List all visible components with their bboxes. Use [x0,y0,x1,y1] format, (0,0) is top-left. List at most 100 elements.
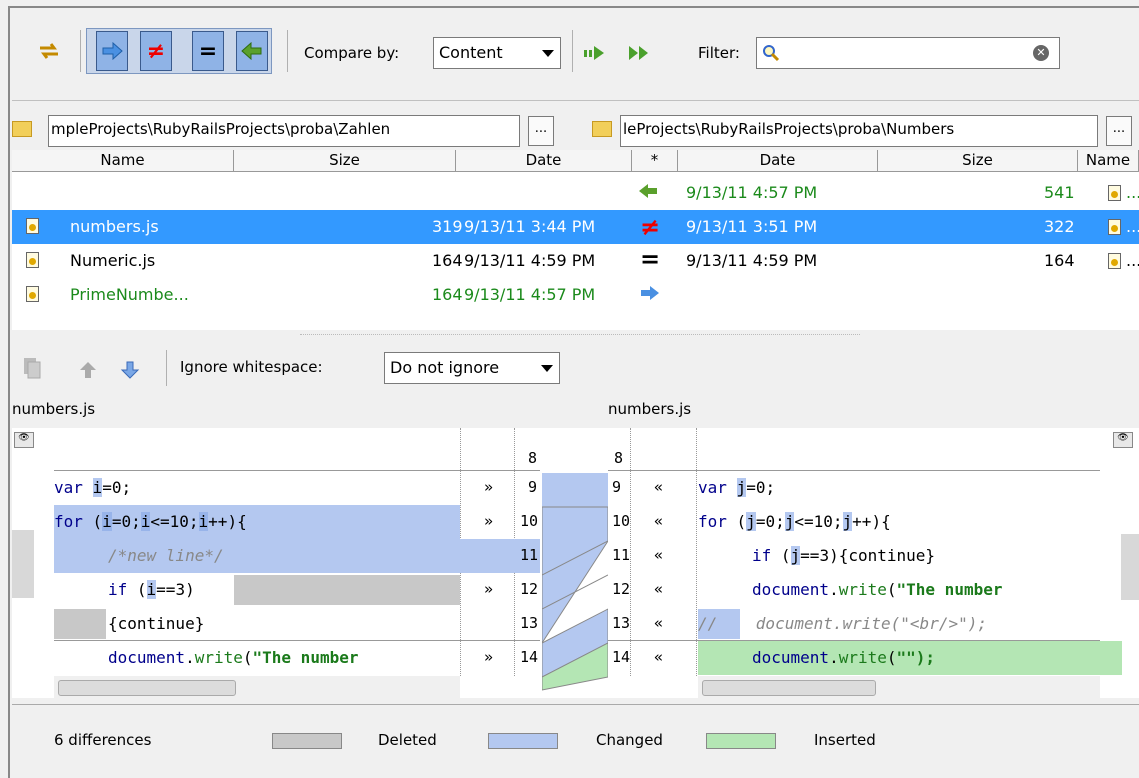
file-icon [26,286,39,302]
copy-icon[interactable] [22,356,44,384]
line-number: 12 [520,580,539,598]
line-number: 10 [520,512,539,530]
folder-icon [592,121,612,137]
name-right: ... [1126,251,1139,270]
file-icon [1108,219,1121,235]
code-line: document.write("The number [108,648,359,667]
divider [12,704,1139,705]
filter-input[interactable]: ✕ [756,37,1060,69]
show-different-button[interactable]: ≠ [140,31,172,71]
copy-right-icon[interactable]: » [484,648,493,666]
right-arrow-icon [640,285,660,305]
copy-left-icon[interactable]: « [654,546,663,564]
compare-icon[interactable] [583,44,605,66]
left-file-title: numbers.js [12,400,96,418]
previous-difference-icon[interactable] [78,360,98,384]
table-row[interactable]: numbers.js 319 9/13/11 3:44 PM ≠ 9/13/11… [12,210,1139,244]
code-line: if (j==3){continue} [752,546,936,565]
equal-icon: = [640,245,661,273]
line-number: 11 [520,546,539,564]
compare-all-icon[interactable] [628,44,650,66]
copy-left-icon[interactable]: « [654,478,663,496]
scrollbar-thumb[interactable] [58,680,236,696]
code-line-deleted: {continue} [54,607,460,641]
not-equal-icon: ≠ [640,213,661,241]
splitter[interactable] [300,334,860,336]
code-line-changed: for (j=0;j<=10;j++){ [698,512,891,531]
ignore-whitespace-value: Do not ignore [390,358,500,377]
show-right-only-button[interactable] [96,31,128,71]
size-left: 164 [432,285,463,304]
right-file-title: numbers.js [608,400,692,418]
column-header-status[interactable]: * [632,150,678,172]
line-number: 14 [612,648,631,666]
line-number: 9 [528,478,538,496]
not-equal-icon: ≠ [146,38,166,64]
line-number: 13 [612,614,631,632]
code-line: var i=0; [54,478,132,497]
size-right: 164 [1044,251,1075,270]
filter-label: Filter: [698,44,740,62]
column-header-date[interactable]: Date [456,150,632,172]
column-header-size[interactable]: Size [234,150,456,172]
name-right: ... [1126,217,1139,236]
left-horizontal-scrollbar[interactable] [54,676,460,698]
file-icon [1108,185,1121,201]
copy-left-icon[interactable]: « [654,648,663,666]
line-number: 11 [612,546,631,564]
size-left: 164 [432,251,463,270]
folder-icon [12,121,32,137]
compare-by-label: Compare by: [304,44,400,62]
date-right: 9/13/11 4:57 PM [686,183,818,202]
line-number: 13 [520,614,539,632]
next-difference-icon[interactable] [120,360,140,384]
left-arrow-icon [241,42,262,60]
table-row[interactable]: PrimeNumbe... 164 9/13/11 4:57 PM [12,278,1139,312]
column-header-size-right[interactable]: Size [878,150,1078,172]
left-browse-button[interactable]: ... [528,116,554,146]
show-left-only-button[interactable] [236,31,268,71]
table-row[interactable]: 9/13/11 4:57 PM 541 ... [12,176,1139,210]
clear-icon[interactable]: ✕ [1033,45,1049,61]
refresh-icon[interactable] [36,38,62,64]
scrollbar-thumb[interactable] [702,680,876,696]
compare-by-select[interactable]: Content [433,37,561,69]
copy-left-icon[interactable]: « [654,580,663,598]
table-row[interactable]: Numeric.js 164 9/13/11 4:59 PM = 9/13/11… [12,244,1139,278]
left-path-field[interactable]: mpleProjects\RubyRailsProjects\proba\Zah… [48,115,520,147]
separator [166,350,167,386]
separator [80,30,81,72]
code-line-changed: // document.write("<br/>"); [698,607,1100,641]
inserted-label: Inserted [814,731,876,749]
inserted-swatch [706,733,776,749]
ignore-whitespace-select[interactable]: Do not ignore [384,352,560,384]
diff-connector [541,428,609,698]
right-horizontal-scrollbar[interactable] [698,676,1100,698]
column-header-name-right[interactable]: Name [1078,150,1139,172]
search-icon [761,43,781,67]
name-right: ... [1126,183,1139,202]
code-line-inserted: document.write(""); [698,641,1122,675]
code-line: document.write("The number [752,580,1003,599]
code-line-changed: for (i=0;i<=10;i++){ [54,505,460,539]
changed-label: Changed [596,731,663,749]
chevron-down-icon [542,50,554,57]
gutter-divider [696,428,697,676]
column-header-date-right[interactable]: Date [678,150,878,172]
right-path-field[interactable]: leProjects\RubyRailsProjects\proba\Numbe… [620,115,1098,147]
date-left: 9/13/11 3:44 PM [464,217,596,236]
differences-count: 6 differences [54,731,152,749]
copy-right-icon[interactable]: » [484,580,493,598]
date-right: 9/13/11 4:59 PM [686,251,818,270]
line-number: 14 [520,648,539,666]
copy-left-icon[interactable]: « [654,614,663,632]
copy-right-icon[interactable]: » [484,512,493,530]
show-equal-button[interactable]: = [192,31,224,71]
copy-right-icon[interactable]: » [484,478,493,496]
copy-left-icon[interactable]: « [654,512,663,530]
right-browse-button[interactable]: ... [1106,116,1132,146]
eye-icon[interactable]: 👁 [1113,432,1133,448]
left-arrow-icon [638,183,658,203]
eye-icon[interactable]: 👁 [14,432,34,448]
column-header-name[interactable]: Name [12,150,234,172]
